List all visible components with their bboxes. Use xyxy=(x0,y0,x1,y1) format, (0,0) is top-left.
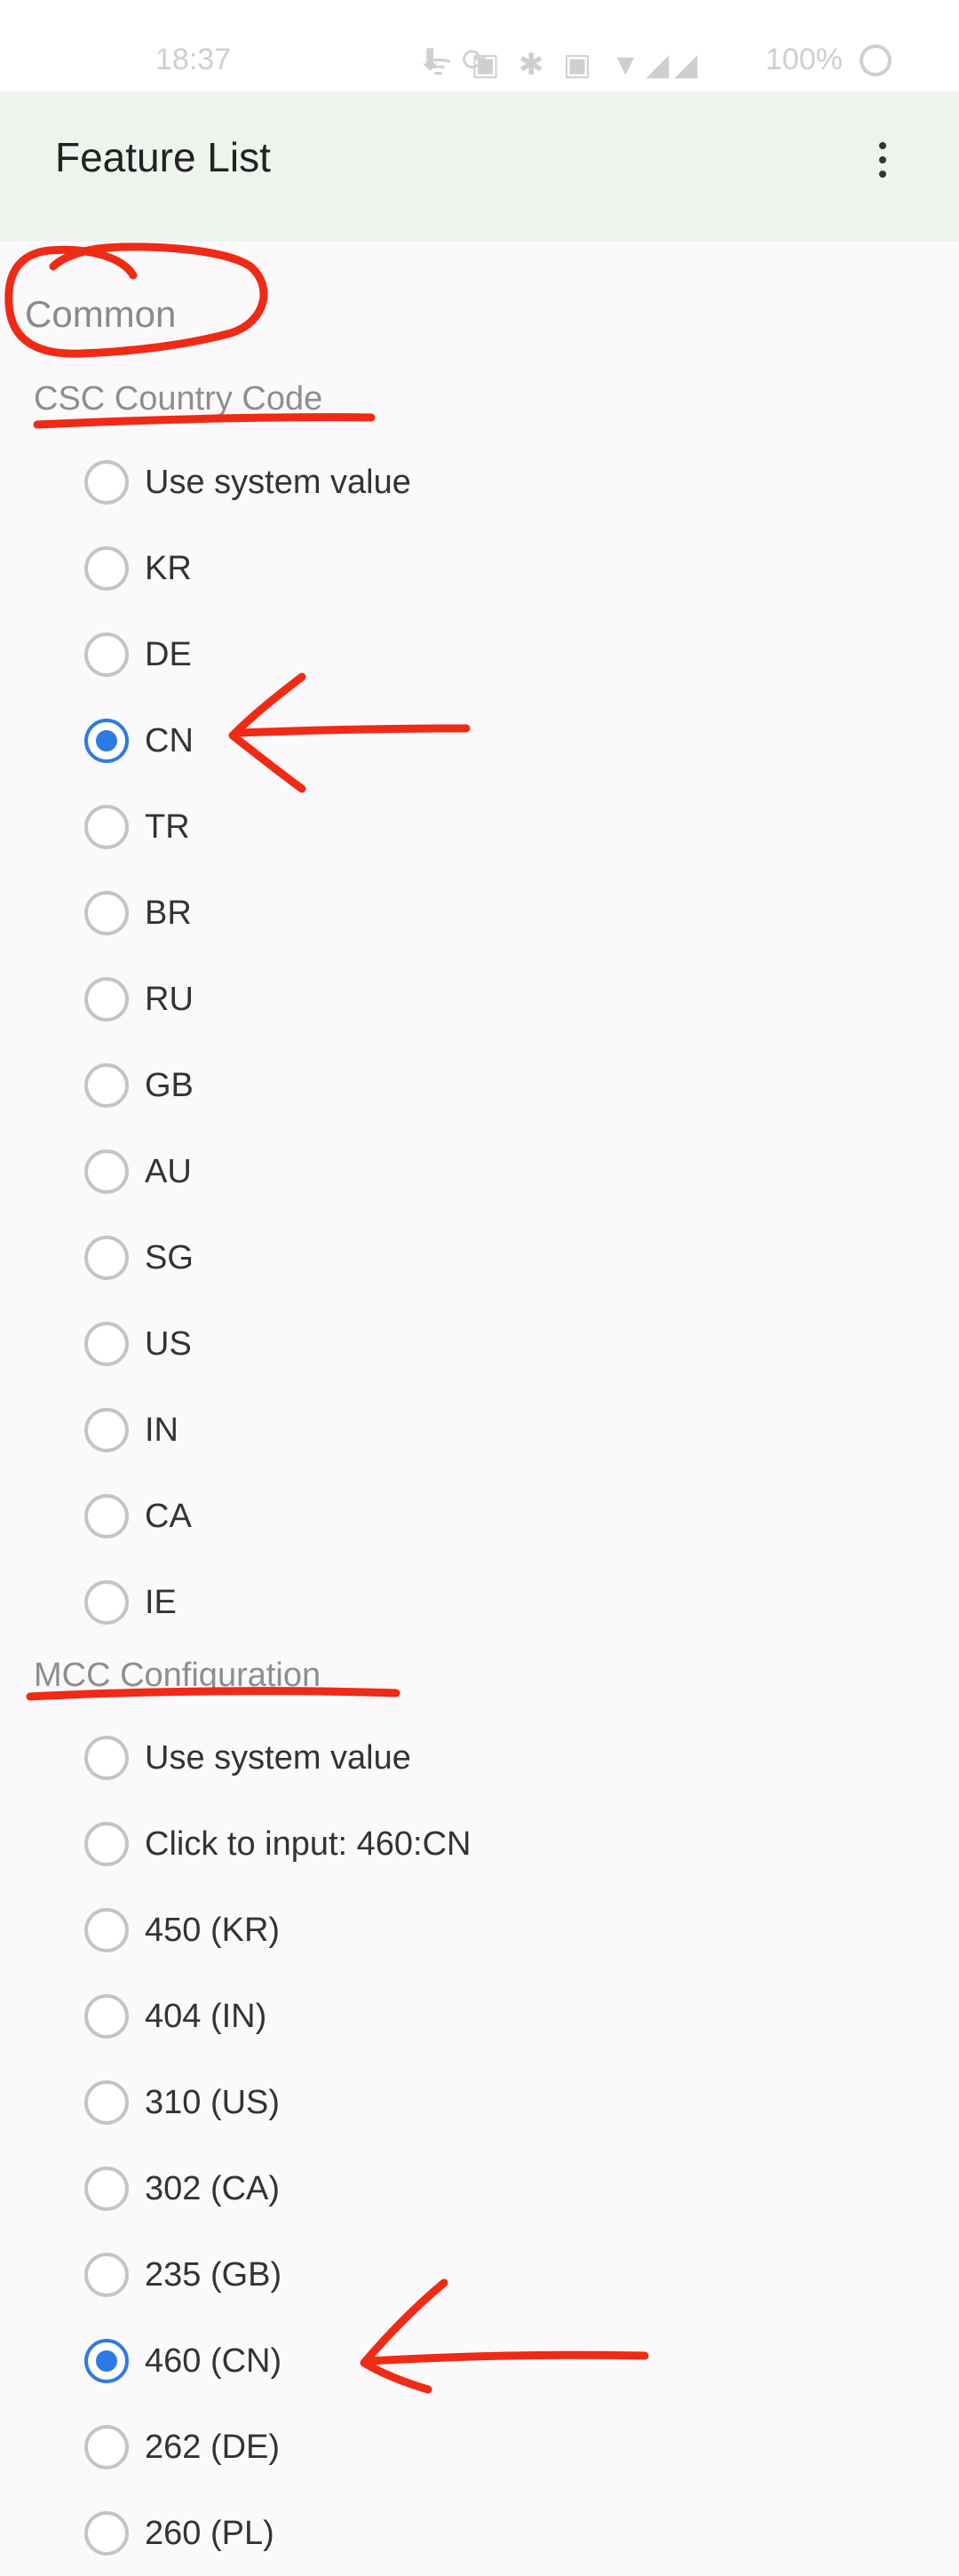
app-bar: Feature List xyxy=(0,91,959,242)
more-dot xyxy=(879,156,886,163)
radio-button-checked[interactable] xyxy=(84,719,129,763)
csc-option-label: US xyxy=(145,1325,192,1363)
csc-option-row[interactable]: RU xyxy=(0,956,959,1042)
mcc-option-label: 404 (IN) xyxy=(145,1998,267,2035)
more-vert-icon[interactable] xyxy=(858,126,907,194)
csc-option-row[interactable]: US xyxy=(0,1300,959,1387)
mcc-option-label: Click to input: 460:CN xyxy=(145,1825,472,1863)
status-right-icons: ᯤ ▣ ✱ ▣ ▼◢◢ xyxy=(424,48,703,82)
csc-option-row[interactable]: IN xyxy=(0,1387,959,1473)
mcc-option-row[interactable]: 235 (GB) xyxy=(0,2231,959,2318)
csc-option-row[interactable]: SG xyxy=(0,1214,959,1300)
csc-option-label: IN xyxy=(145,1411,178,1449)
mcc-option-row[interactable]: 262 (DE) xyxy=(0,2404,959,2490)
radio-button[interactable] xyxy=(84,2080,129,2125)
radio-button[interactable] xyxy=(84,805,129,849)
battery-icon xyxy=(860,44,892,76)
csc-option-label: AU xyxy=(145,1153,192,1190)
radio-button[interactable] xyxy=(84,1322,129,1366)
group-title-mcc: MCC Configuration xyxy=(34,1657,321,1694)
csc-option-label: RU xyxy=(145,981,194,1018)
mcc-option-label: 260 (PL) xyxy=(145,2515,274,2552)
mcc-option-row[interactable]: Use system value xyxy=(0,1714,959,1801)
radio-button[interactable] xyxy=(84,1236,129,1280)
group-title-csc: CSC Country Code xyxy=(34,380,323,417)
csc-option-row[interactable]: DE xyxy=(0,611,959,697)
csc-option-label: GB xyxy=(145,1067,194,1104)
mcc-option-row[interactable]: 460 (CN) xyxy=(0,2318,959,2404)
radio-button[interactable] xyxy=(84,891,129,935)
mcc-option-label: 450 (KR) xyxy=(145,1912,281,1949)
radio-button[interactable] xyxy=(84,546,129,591)
radio-button[interactable] xyxy=(84,1149,129,1194)
csc-option-row[interactable]: CN xyxy=(0,697,959,783)
csc-option-label: TR xyxy=(145,808,190,846)
mcc-option-label: 262 (DE) xyxy=(145,2429,281,2466)
mcc-option-row[interactable]: 302 (CA) xyxy=(0,2145,959,2231)
radio-button[interactable] xyxy=(84,2425,129,2469)
csc-option-label: DE xyxy=(145,636,192,673)
mcc-option-row[interactable]: 260 (PL) xyxy=(0,2490,959,2576)
mcc-option-label: 310 (US) xyxy=(145,2084,281,2121)
radio-button[interactable] xyxy=(84,2253,129,2297)
battery-percent: 100% xyxy=(765,43,843,76)
csc-option-label: IE xyxy=(145,1584,177,1621)
mcc-option-label: 460 (CN) xyxy=(145,2342,282,2380)
csc-option-label: SG xyxy=(145,1239,194,1276)
radio-button[interactable] xyxy=(84,1994,129,2039)
section-title-common: Common xyxy=(25,293,177,335)
radio-button[interactable] xyxy=(84,1494,129,1538)
csc-option-label: CA xyxy=(145,1498,192,1535)
radio-button[interactable] xyxy=(84,1580,129,1625)
csc-option-row[interactable]: GB xyxy=(0,1042,959,1128)
csc-option-label: BR xyxy=(145,894,192,932)
more-dot xyxy=(879,142,886,149)
csc-option-row[interactable]: Use system value xyxy=(0,439,959,525)
csc-option-row[interactable]: CA xyxy=(0,1473,959,1559)
csc-option-row[interactable]: BR xyxy=(0,870,959,956)
radio-button[interactable] xyxy=(84,1408,129,1452)
csc-option-row[interactable]: TR xyxy=(0,783,959,870)
radio-button[interactable] xyxy=(84,977,129,1022)
radio-button[interactable] xyxy=(84,2167,129,2211)
mcc-option-label: Use system value xyxy=(145,1739,411,1777)
mcc-option-label: 235 (GB) xyxy=(145,2256,282,2294)
mcc-option-row[interactable]: 310 (US) xyxy=(0,2059,959,2145)
radio-button-checked[interactable] xyxy=(84,2339,129,2383)
radio-button[interactable] xyxy=(84,1063,129,1108)
mcc-option-row[interactable]: 404 (IN) xyxy=(0,1973,959,2059)
csc-option-label: Use system value xyxy=(145,464,411,501)
radio-button[interactable] xyxy=(84,1736,129,1780)
radio-button[interactable] xyxy=(84,2511,129,2556)
csc-option-row[interactable]: KR xyxy=(0,525,959,611)
status-bar: 18:37 ⬇ ⟳ ᯤ ▣ ✱ ▣ ▼◢◢ 100% xyxy=(0,0,959,91)
csc-option-label: KR xyxy=(145,550,192,587)
mcc-option-label: 302 (CA) xyxy=(145,2170,281,2207)
status-time: 18:37 xyxy=(155,43,232,76)
csc-option-row[interactable]: IE xyxy=(0,1559,959,1645)
csc-option-row[interactable]: AU xyxy=(0,1128,959,1214)
mcc-option-row[interactable]: 450 (KR) xyxy=(0,1887,959,1973)
more-dot xyxy=(879,171,886,178)
csc-option-label: CN xyxy=(145,722,194,759)
mcc-option-row[interactable]: Click to input: 460:CN xyxy=(0,1801,959,1887)
radio-button[interactable] xyxy=(84,460,129,505)
page-title: Feature List xyxy=(55,134,271,180)
radio-button[interactable] xyxy=(84,1908,129,1952)
radio-button[interactable] xyxy=(84,1822,129,1866)
radio-button[interactable] xyxy=(84,632,129,677)
